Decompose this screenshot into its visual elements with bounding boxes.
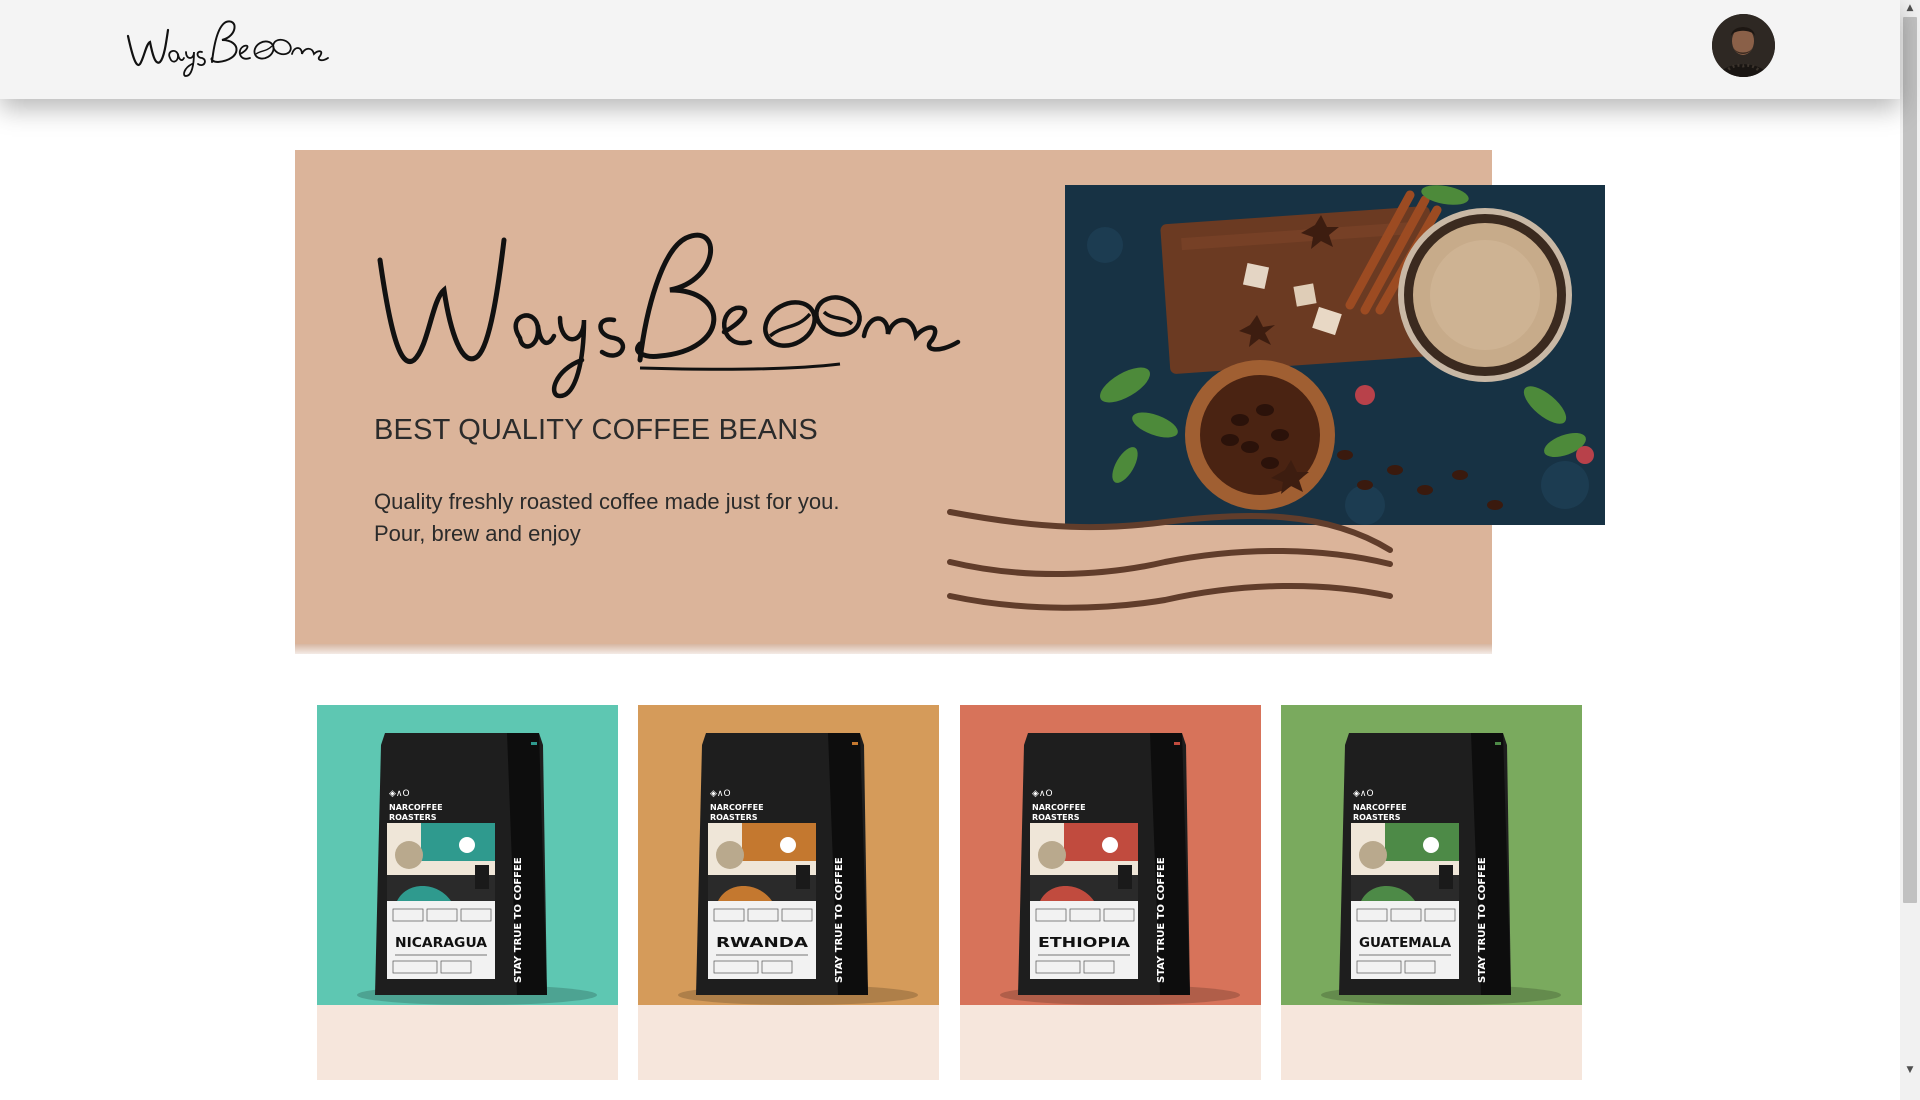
hero-description: Quality freshly roasted coffee made just…	[374, 486, 840, 550]
bag-brand: NARCOFFEE	[1353, 803, 1407, 812]
bag-side-text: STAY TRUE TO COFFEE	[834, 857, 845, 983]
user-photo	[1712, 14, 1775, 77]
bag-origin-label: NICARAGUA	[395, 936, 487, 951]
product-card[interactable]: ◈∧O NARCOFFEE ROASTERS GUATEMALA STAY TRUE T…	[1281, 705, 1582, 1080]
bag-brand: NARCOFFEE	[710, 803, 764, 812]
profile-avatar[interactable]	[1712, 14, 1775, 77]
bag-logo: ◈∧O	[1353, 789, 1374, 799]
bag-origin-label: GUATEMALA	[1359, 936, 1451, 951]
product-card[interactable]: ◈∧O NARCOFFEE ROASTERS NICARAGUA STAY TRUE T…	[317, 705, 618, 1080]
bag-side-text: STAY TRUE TO COFFEE	[513, 857, 524, 983]
bag-brand-line2: ROASTERS	[710, 813, 758, 822]
hero-divider	[295, 644, 1492, 654]
product-image[interactable]: ◈∧O NARCOFFEE ROASTERS GUATEMALA STAY TRUE T…	[1281, 705, 1582, 1005]
hero-description-line1: Quality freshly roasted coffee made just…	[374, 489, 840, 514]
bag-logo: ◈∧O	[1032, 789, 1053, 799]
scroll-up-arrow-icon[interactable]: ▲	[1900, 0, 1920, 17]
hero-description-line2: Pour, brew and enjoy	[374, 521, 581, 546]
bag-origin-label: RWANDA	[716, 936, 808, 951]
product-image[interactable]: ◈∧O NARCOFFEE ROASTERS NICARAGUA STAY TRUE T…	[317, 705, 618, 1005]
bag-brand-line2: ROASTERS	[1032, 813, 1080, 822]
product-card[interactable]: ◈∧O NARCOFFEE ROASTERS ETHIOPIA STAY TRUE TO…	[960, 705, 1261, 1080]
page-scrollbar[interactable]: ▲ ▼	[1900, 0, 1920, 1100]
bag-side-text: STAY TRUE TO COFFEE	[1477, 857, 1488, 983]
scrollbar-thumb[interactable]	[1903, 17, 1917, 903]
product-card[interactable]: ◈∧O NARCOFFEE ROASTERS RWANDA STAY TRUE TO C…	[638, 705, 939, 1080]
product-image[interactable]: ◈∧O NARCOFFEE ROASTERS RWANDA STAY TRUE TO C…	[638, 705, 939, 1005]
bag-brand: NARCOFFEE	[389, 803, 443, 812]
bag-brand-line2: ROASTERS	[1353, 813, 1401, 822]
navbar	[0, 0, 1900, 99]
hero-coffee-photo	[1065, 185, 1605, 525]
bag-brand-line2: ROASTERS	[389, 813, 437, 822]
scroll-down-arrow-icon[interactable]: ▼	[1900, 1062, 1920, 1079]
hero-waysbeans-logo	[377, 232, 961, 399]
hero-tagline: BEST QUALITY COFFEE BEANS	[374, 414, 818, 446]
bag-logo: ◈∧O	[389, 789, 410, 799]
bag-brand: NARCOFFEE	[1032, 803, 1086, 812]
product-image[interactable]: ◈∧O NARCOFFEE ROASTERS ETHIOPIA STAY TRUE TO…	[960, 705, 1261, 1005]
bag-side-text: STAY TRUE TO COFFEE	[1156, 857, 1167, 983]
hero-decorative-waves	[947, 509, 1393, 611]
bag-logo: ◈∧O	[710, 789, 731, 799]
bag-origin-label: ETHIOPIA	[1038, 936, 1130, 951]
waysbeans-logo[interactable]	[122, 14, 332, 80]
